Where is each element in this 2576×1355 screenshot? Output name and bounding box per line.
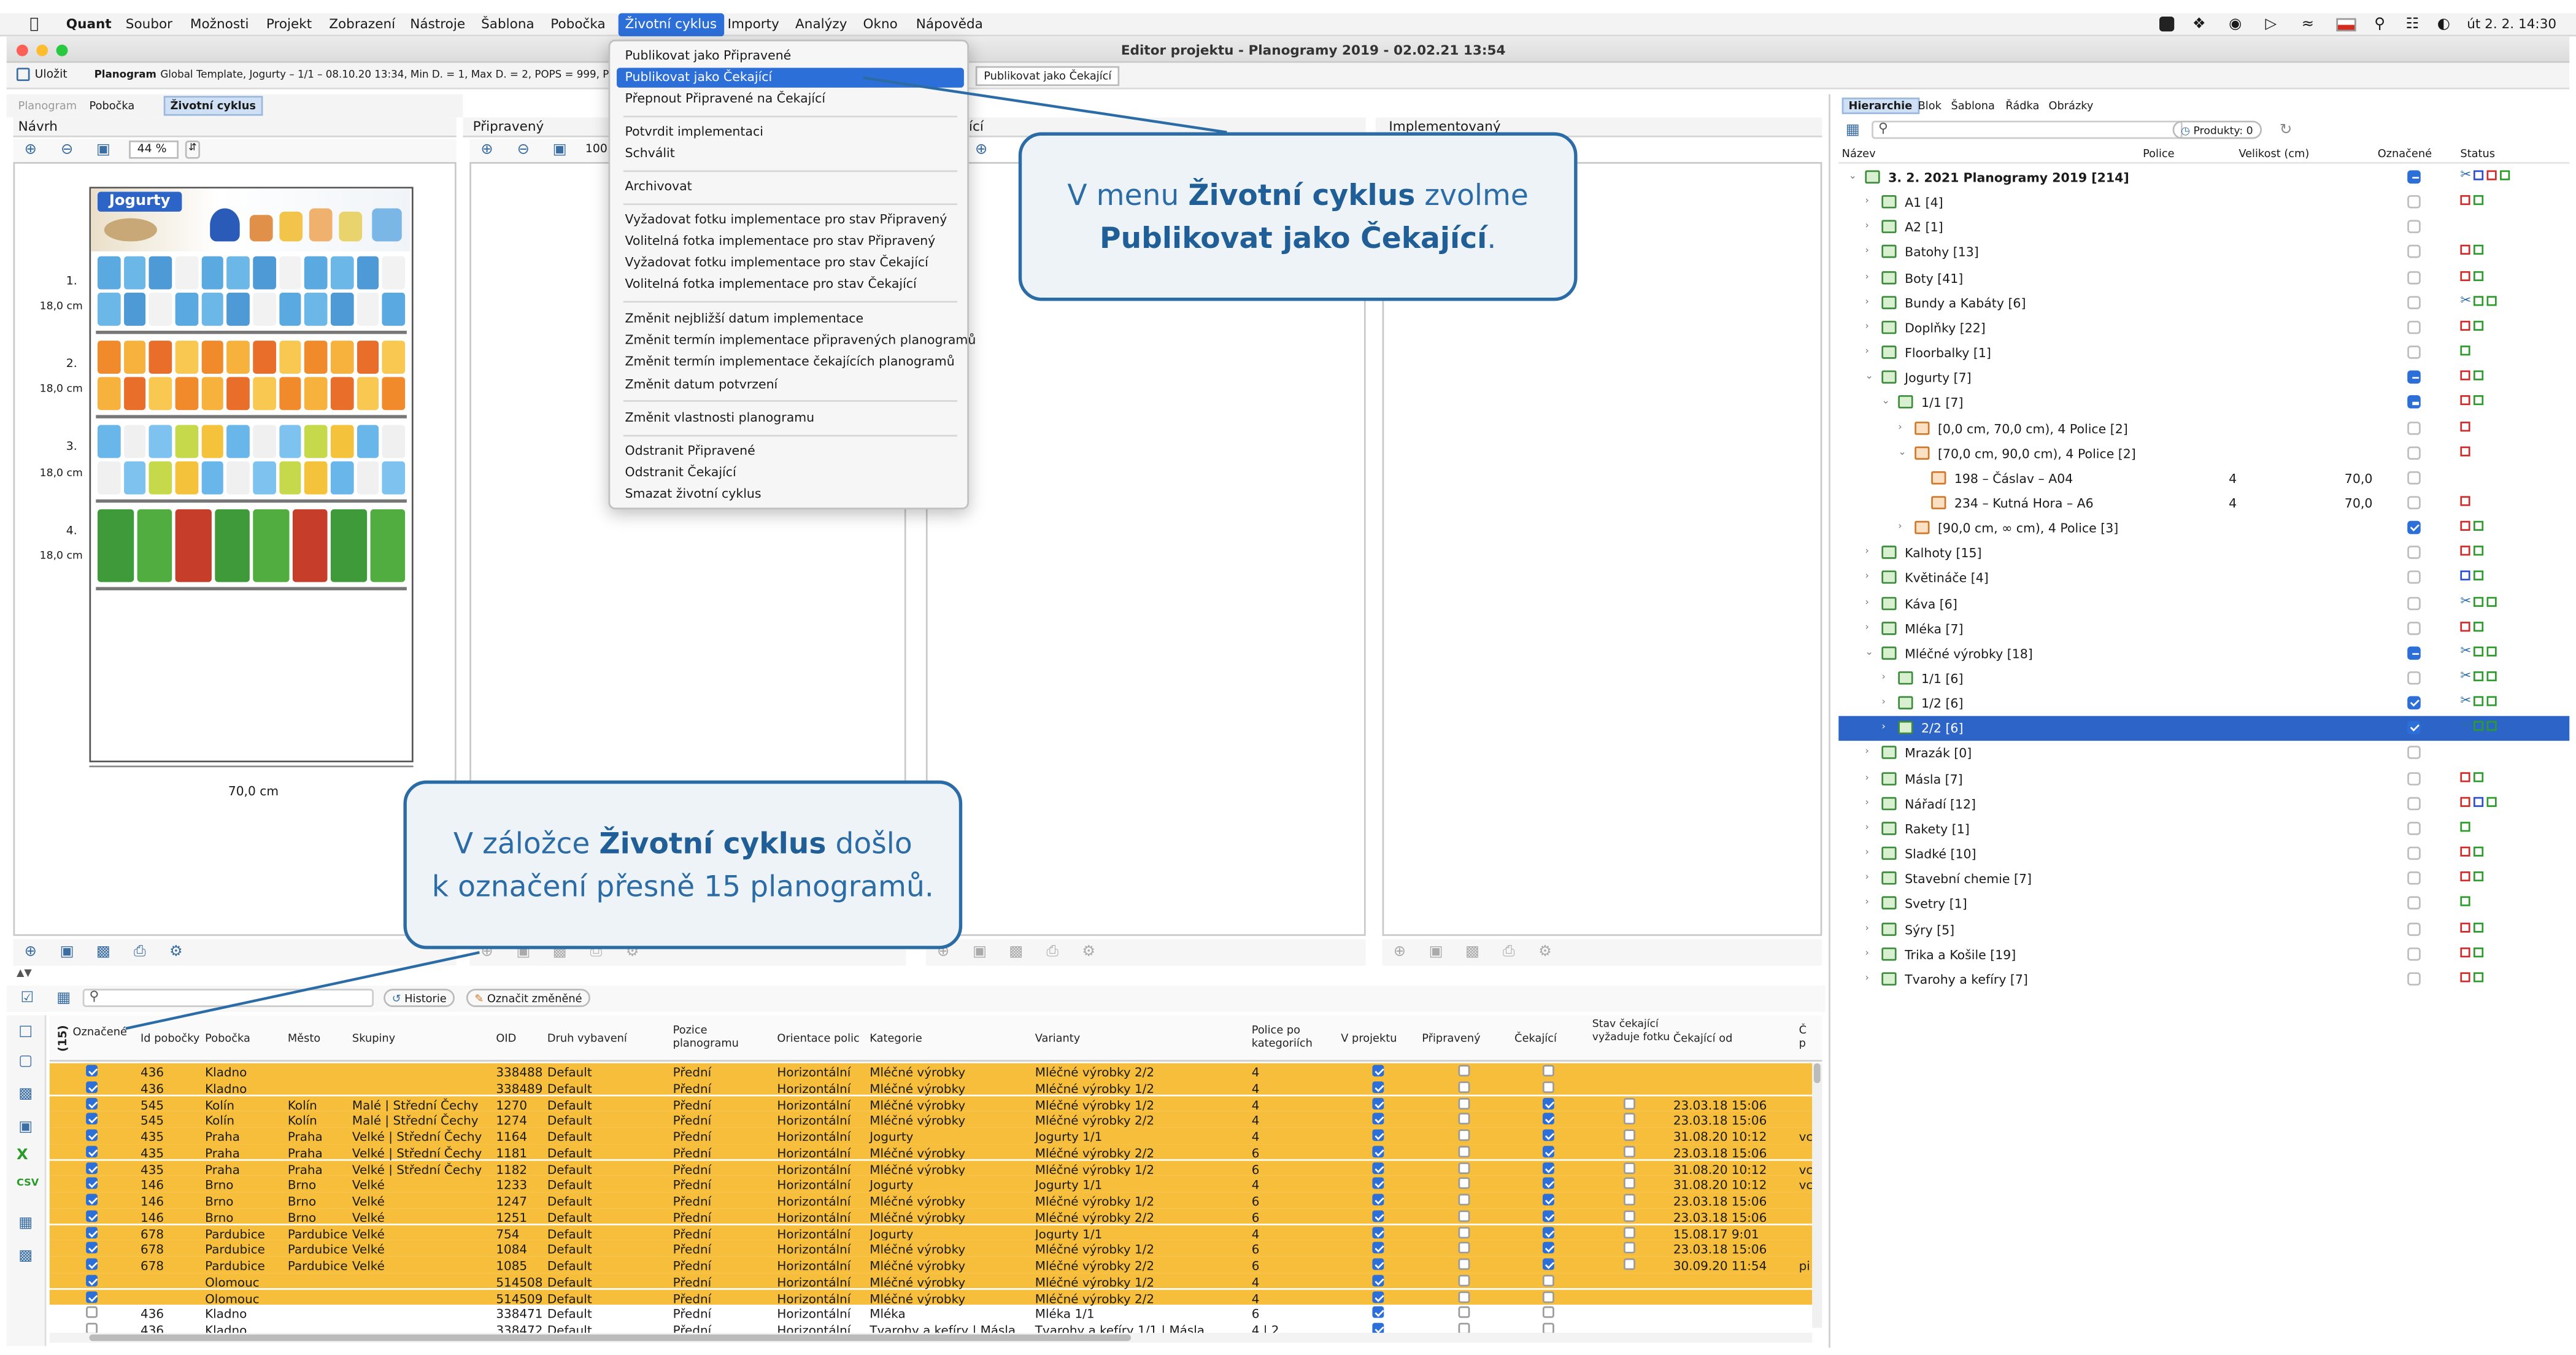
callout-text: zvolme [1415, 180, 1529, 214]
callout-text: V menu [1067, 180, 1189, 214]
connector-bottom [125, 951, 480, 1030]
callout-top: V menu Životní cyklus zvolme Publikovat … [1018, 132, 1578, 301]
callout-emphasis: Životní cyklus [1188, 180, 1416, 214]
callout-text: . [1487, 223, 1497, 257]
callout-emphasis: Životní cyklus [599, 828, 827, 862]
callout-text: V záložce [453, 828, 600, 862]
callout-bottom: V záložce Životní cyklus došlo k označen… [403, 780, 963, 949]
callout-text: k označení přesně 15 planogramů. [431, 871, 934, 905]
callout-emphasis: Publikovat jako Čekající [1100, 223, 1487, 257]
screen:  Quant Soubor Možnosti Projekt Zobrazen… [0, 0, 2576, 1349]
callout-text: došlo [826, 828, 912, 862]
connector-top [863, 76, 1227, 134]
